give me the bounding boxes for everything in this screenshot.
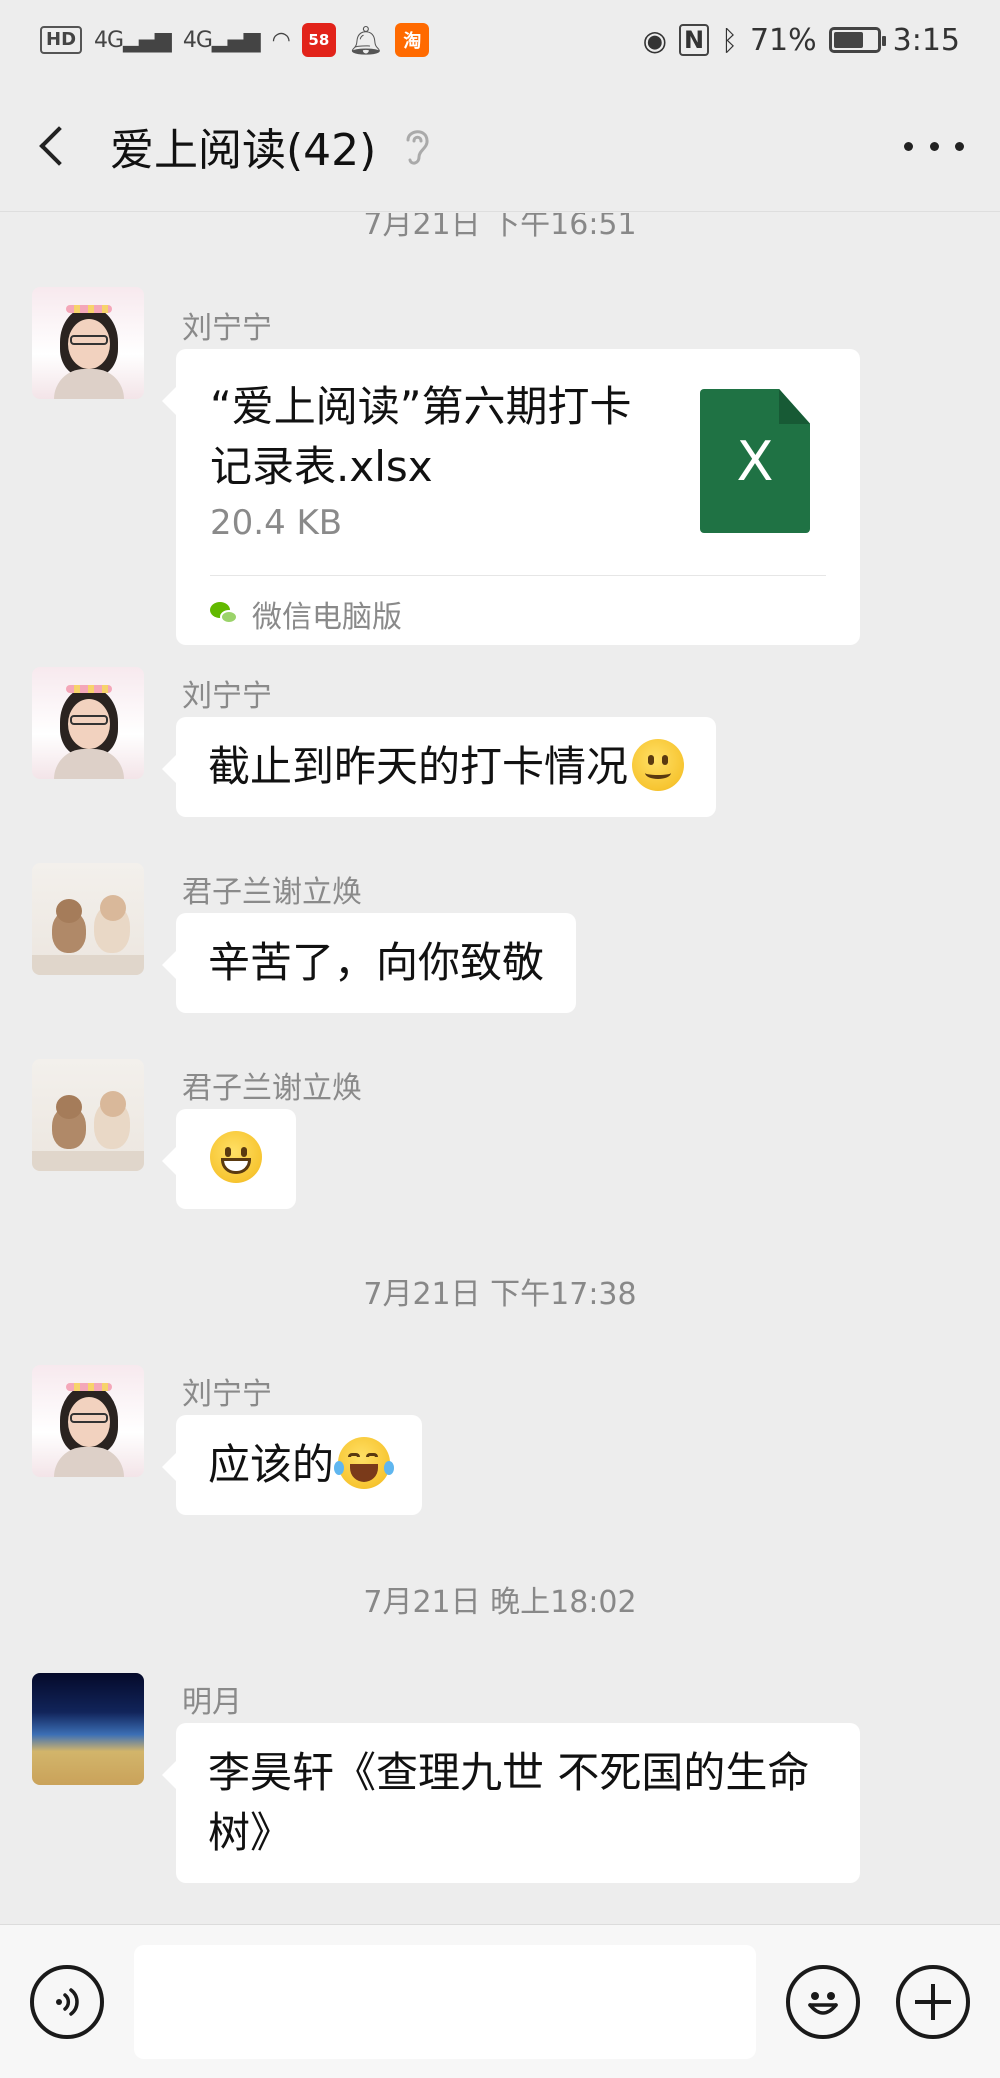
bluetooth-icon: ᛒ [721, 23, 738, 57]
timestamp: 7月21日 下午16:51 [363, 213, 637, 242]
file-name: “爱上阅读”第六期打卡记录表.xlsx [210, 382, 632, 491]
bell-icon: 🔔︎ [347, 23, 384, 57]
message-text: 应该的 [208, 1440, 335, 1489]
dot-icon [904, 141, 913, 151]
sender-avatar[interactable] [32, 667, 144, 779]
chat-input-bar [0, 1924, 1000, 2078]
ear-icon [406, 129, 429, 165]
more-functions-button[interactable] [896, 1965, 970, 2039]
back-button[interactable] [0, 80, 110, 212]
sender-name: 刘宁宁 [182, 311, 272, 346]
signal-icon: 4G▂▄▆ [94, 27, 172, 53]
emoji-button[interactable] [786, 1965, 860, 2039]
timestamp: 7月21日 晚上18:02 [363, 1585, 637, 1620]
message-row: 君子兰谢立焕 [0, 1059, 1000, 1239]
battery-fill [833, 32, 864, 48]
signal-icon-2: 4G▂▄▆ [182, 27, 261, 53]
message-row: 刘宁宁 截止到昨天的打卡情况 [0, 667, 1000, 847]
message-bubble[interactable] [162, 1109, 296, 1209]
nfc-icon: N [679, 24, 710, 56]
chat-title: 爱上阅读(42) [110, 124, 377, 176]
dot-icon [929, 141, 939, 151]
message-input[interactable] [134, 1945, 756, 2059]
file-source: 微信电脑版 [210, 585, 402, 643]
message-bubble[interactable]: 辛苦了，向你致敬 [161, 913, 577, 1013]
smiley-icon [808, 1992, 838, 2015]
voice-input-button[interactable] [30, 1965, 104, 2039]
sender-name: 刘宁宁 [182, 679, 272, 714]
dot-icon [955, 141, 964, 151]
eye-icon: ◉ [642, 23, 668, 57]
sender-name: 明月 [182, 1685, 242, 1720]
battery-icon [828, 27, 886, 53]
message-text: 李昊轩《查理九世 不死国的生命树》 [208, 1748, 810, 1857]
taobao-icon: 淘 [395, 23, 430, 57]
tears-of-joy-emoji-icon [334, 1437, 395, 1489]
sender-name: 君子兰谢立焕 [182, 875, 362, 910]
chevron-left-icon [39, 125, 79, 166]
file-message-card[interactable]: “爱上阅读”第六期打卡记录表.xlsx 20.4 KB X 微信电脑版 [162, 349, 860, 645]
chat-header: 爱上阅读(42) [0, 80, 1000, 212]
hd-indicator: HD [40, 26, 83, 54]
status-bar-left: HD 4G▂▄▆ 4G▂▄▆ ◠ 58 🔔︎ 淘 [40, 23, 430, 57]
wechat-icon [210, 602, 238, 626]
message-bubble[interactable]: 应该的 [161, 1415, 423, 1515]
grin-emoji-icon [210, 1131, 262, 1183]
battery-percent: 71% [749, 22, 817, 58]
message-bubble[interactable]: 李昊轩《查理九世 不死国的生命树》 [162, 1723, 860, 1883]
timestamp: 7月21日 下午17:38 [363, 1277, 637, 1312]
file-size: 20.4 KB [210, 503, 343, 543]
status-bar: HD 4G▂▄▆ 4G▂▄▆ ◠ 58 🔔︎ 淘 ◉ N ᛒ 71% 3:15 [0, 0, 1000, 80]
message-row: 君子兰谢立焕 辛苦了，向你致敬 [0, 863, 1000, 1043]
voice-icon [56, 1988, 79, 2016]
status-bar-right: ◉ N ᛒ 71% 3:15 [643, 23, 960, 58]
message-text: 辛苦了，向你致敬 [208, 938, 545, 987]
app-58-icon: 58 [301, 23, 336, 57]
message-row: 明月 李昊轩《查理九世 不死国的生命树》 [0, 1673, 1000, 1913]
wifi-icon: ◠ [271, 27, 291, 53]
divider [210, 575, 826, 576]
sender-avatar[interactable] [32, 1059, 144, 1171]
signal-1-label: 4G [94, 27, 124, 53]
sender-avatar[interactable] [32, 287, 144, 399]
excel-file-letter: X [736, 429, 774, 493]
sender-avatar[interactable] [32, 1365, 144, 1477]
message-bubble[interactable]: 截止到昨天的打卡情况 [161, 717, 717, 817]
sender-name: 刘宁宁 [182, 1377, 272, 1412]
plus-icon-vertical [931, 1984, 935, 2020]
chat-message-list[interactable]: 7月21日 下午16:51 刘宁宁 “爱上阅读”第六期打卡记录表.xlsx 20… [0, 213, 1000, 1923]
message-row: 刘宁宁 应该的 [0, 1365, 1000, 1545]
sender-avatar[interactable] [32, 1673, 144, 1785]
sender-avatar[interactable] [32, 863, 144, 975]
sender-name: 君子兰谢立焕 [182, 1071, 362, 1106]
smile-emoji-icon [632, 739, 685, 791]
more-options-button[interactable] [904, 120, 964, 172]
signal-2-label: 4G [182, 27, 213, 53]
message-row: 刘宁宁 “爱上阅读”第六期打卡记录表.xlsx 20.4 KB X 微信电脑版 [0, 285, 1000, 725]
clock: 3:15 [892, 22, 960, 58]
file-source-label: 微信电脑版 [252, 600, 402, 635]
message-text: 截止到昨天的打卡情况 [208, 742, 629, 791]
